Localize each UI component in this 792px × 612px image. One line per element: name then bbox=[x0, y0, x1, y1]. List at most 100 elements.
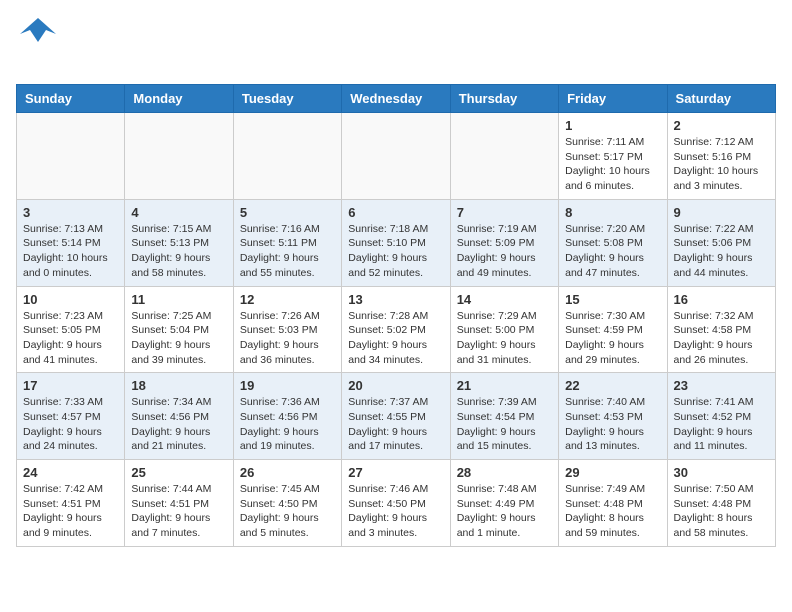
day-number: 17 bbox=[23, 378, 118, 393]
day-info: Sunrise: 7:46 AM Sunset: 4:50 PM Dayligh… bbox=[348, 482, 443, 541]
day-number: 4 bbox=[131, 205, 226, 220]
day-number: 13 bbox=[348, 292, 443, 307]
calendar-day: 19 Sunrise: 7:36 AM Sunset: 4:56 PM Dayli… bbox=[233, 373, 341, 460]
calendar-day: 1 Sunrise: 7:11 AM Sunset: 5:17 PM Daylig… bbox=[559, 113, 667, 200]
day-info: Sunrise: 7:19 AM Sunset: 5:09 PM Dayligh… bbox=[457, 222, 552, 281]
page-header bbox=[16, 16, 776, 74]
calendar-day: 6 Sunrise: 7:18 AM Sunset: 5:10 PM Daylig… bbox=[342, 199, 450, 286]
calendar-day: 17 Sunrise: 7:33 AM Sunset: 4:57 PM Dayli… bbox=[17, 373, 125, 460]
calendar-day: 25 Sunrise: 7:44 AM Sunset: 4:51 PM Dayli… bbox=[125, 460, 233, 547]
calendar-week-2: 3 Sunrise: 7:13 AM Sunset: 5:14 PM Daylig… bbox=[17, 199, 776, 286]
day-number: 2 bbox=[674, 118, 769, 133]
calendar-day: 7 Sunrise: 7:19 AM Sunset: 5:09 PM Daylig… bbox=[450, 199, 558, 286]
day-number: 28 bbox=[457, 465, 552, 480]
day-info: Sunrise: 7:50 AM Sunset: 4:48 PM Dayligh… bbox=[674, 482, 769, 541]
day-info: Sunrise: 7:15 AM Sunset: 5:13 PM Dayligh… bbox=[131, 222, 226, 281]
day-info: Sunrise: 7:34 AM Sunset: 4:56 PM Dayligh… bbox=[131, 395, 226, 454]
col-header-friday: Friday bbox=[559, 85, 667, 113]
day-number: 10 bbox=[23, 292, 118, 307]
calendar-day: 9 Sunrise: 7:22 AM Sunset: 5:06 PM Daylig… bbox=[667, 199, 775, 286]
day-number: 27 bbox=[348, 465, 443, 480]
day-number: 5 bbox=[240, 205, 335, 220]
calendar-table: SundayMondayTuesdayWednesdayThursdayFrid… bbox=[16, 84, 776, 547]
calendar-day: 4 Sunrise: 7:15 AM Sunset: 5:13 PM Daylig… bbox=[125, 199, 233, 286]
calendar-day: 29Sunrise: 7:49 AM Sunset: 4:48 PM Dayli… bbox=[559, 460, 667, 547]
calendar-day: 23 Sunrise: 7:41 AM Sunset: 4:52 PM Dayli… bbox=[667, 373, 775, 460]
day-info: Sunrise: 7:28 AM Sunset: 5:02 PM Dayligh… bbox=[348, 309, 443, 368]
calendar-day: 18Sunrise: 7:34 AM Sunset: 4:56 PM Dayli… bbox=[125, 373, 233, 460]
day-number: 25 bbox=[131, 465, 226, 480]
calendar-day: 15 Sunrise: 7:30 AM Sunset: 4:59 PM Dayli… bbox=[559, 286, 667, 373]
calendar-day bbox=[342, 113, 450, 200]
day-info: Sunrise: 7:44 AM Sunset: 4:51 PM Dayligh… bbox=[131, 482, 226, 541]
calendar-day: 27 Sunrise: 7:46 AM Sunset: 4:50 PM Dayli… bbox=[342, 460, 450, 547]
day-info: Sunrise: 7:49 AM Sunset: 4:48 PM Dayligh… bbox=[565, 482, 660, 541]
day-info: Sunrise: 7:37 AM Sunset: 4:55 PM Dayligh… bbox=[348, 395, 443, 454]
calendar-day: 2Sunrise: 7:12 AM Sunset: 5:16 PM Daylig… bbox=[667, 113, 775, 200]
day-info: Sunrise: 7:39 AM Sunset: 4:54 PM Dayligh… bbox=[457, 395, 552, 454]
day-number: 19 bbox=[240, 378, 335, 393]
day-info: Sunrise: 7:13 AM Sunset: 5:14 PM Dayligh… bbox=[23, 222, 118, 281]
calendar-week-3: 10 Sunrise: 7:23 AM Sunset: 5:05 PM Dayli… bbox=[17, 286, 776, 373]
day-info: Sunrise: 7:22 AM Sunset: 5:06 PM Dayligh… bbox=[674, 222, 769, 281]
day-info: Sunrise: 7:40 AM Sunset: 4:53 PM Dayligh… bbox=[565, 395, 660, 454]
day-number: 9 bbox=[674, 205, 769, 220]
day-info: Sunrise: 7:36 AM Sunset: 4:56 PM Dayligh… bbox=[240, 395, 335, 454]
day-number: 26 bbox=[240, 465, 335, 480]
calendar-day: 11 Sunrise: 7:25 AM Sunset: 5:04 PM Dayli… bbox=[125, 286, 233, 373]
day-number: 1 bbox=[565, 118, 660, 133]
calendar-day: 16 Sunrise: 7:32 AM Sunset: 4:58 PM Dayli… bbox=[667, 286, 775, 373]
day-number: 12 bbox=[240, 292, 335, 307]
col-header-saturday: Saturday bbox=[667, 85, 775, 113]
day-number: 22 bbox=[565, 378, 660, 393]
calendar-day: 14 Sunrise: 7:29 AM Sunset: 5:00 PM Dayli… bbox=[450, 286, 558, 373]
calendar-week-1: 1 Sunrise: 7:11 AM Sunset: 5:17 PM Daylig… bbox=[17, 113, 776, 200]
day-number: 11 bbox=[131, 292, 226, 307]
logo-bird-icon bbox=[20, 16, 56, 46]
day-number: 16 bbox=[674, 292, 769, 307]
day-number: 14 bbox=[457, 292, 552, 307]
day-number: 6 bbox=[348, 205, 443, 220]
calendar-day: 30 Sunrise: 7:50 AM Sunset: 4:48 PM Dayli… bbox=[667, 460, 775, 547]
day-info: Sunrise: 7:41 AM Sunset: 4:52 PM Dayligh… bbox=[674, 395, 769, 454]
day-info: Sunrise: 7:23 AM Sunset: 5:05 PM Dayligh… bbox=[23, 309, 118, 368]
col-header-thursday: Thursday bbox=[450, 85, 558, 113]
day-number: 3 bbox=[23, 205, 118, 220]
calendar-day bbox=[17, 113, 125, 200]
calendar-day: 13 Sunrise: 7:28 AM Sunset: 5:02 PM Dayli… bbox=[342, 286, 450, 373]
day-number: 15 bbox=[565, 292, 660, 307]
day-info: Sunrise: 7:20 AM Sunset: 5:08 PM Dayligh… bbox=[565, 222, 660, 281]
day-info: Sunrise: 7:11 AM Sunset: 5:17 PM Dayligh… bbox=[565, 135, 660, 194]
day-info: Sunrise: 7:18 AM Sunset: 5:10 PM Dayligh… bbox=[348, 222, 443, 281]
calendar-header-row: SundayMondayTuesdayWednesdayThursdayFrid… bbox=[17, 85, 776, 113]
calendar-day: 20Sunrise: 7:37 AM Sunset: 4:55 PM Dayli… bbox=[342, 373, 450, 460]
calendar-day bbox=[125, 113, 233, 200]
calendar-day: 10 Sunrise: 7:23 AM Sunset: 5:05 PM Dayli… bbox=[17, 286, 125, 373]
calendar-day: 5 Sunrise: 7:16 AM Sunset: 5:11 PM Daylig… bbox=[233, 199, 341, 286]
day-info: Sunrise: 7:45 AM Sunset: 4:50 PM Dayligh… bbox=[240, 482, 335, 541]
day-info: Sunrise: 7:25 AM Sunset: 5:04 PM Dayligh… bbox=[131, 309, 226, 368]
calendar-day: 21 Sunrise: 7:39 AM Sunset: 4:54 PM Dayli… bbox=[450, 373, 558, 460]
day-info: Sunrise: 7:32 AM Sunset: 4:58 PM Dayligh… bbox=[674, 309, 769, 368]
calendar-week-5: 24Sunrise: 7:42 AM Sunset: 4:51 PM Dayli… bbox=[17, 460, 776, 547]
calendar-day: 8 Sunrise: 7:20 AM Sunset: 5:08 PM Daylig… bbox=[559, 199, 667, 286]
col-header-monday: Monday bbox=[125, 85, 233, 113]
calendar-day: 26 Sunrise: 7:45 AM Sunset: 4:50 PM Dayli… bbox=[233, 460, 341, 547]
calendar-day bbox=[233, 113, 341, 200]
calendar-day: 24Sunrise: 7:42 AM Sunset: 4:51 PM Dayli… bbox=[17, 460, 125, 547]
day-number: 21 bbox=[457, 378, 552, 393]
day-number: 8 bbox=[565, 205, 660, 220]
day-info: Sunrise: 7:29 AM Sunset: 5:00 PM Dayligh… bbox=[457, 309, 552, 368]
day-number: 30 bbox=[674, 465, 769, 480]
col-header-wednesday: Wednesday bbox=[342, 85, 450, 113]
day-info: Sunrise: 7:26 AM Sunset: 5:03 PM Dayligh… bbox=[240, 309, 335, 368]
day-info: Sunrise: 7:30 AM Sunset: 4:59 PM Dayligh… bbox=[565, 309, 660, 368]
calendar-day: 28Sunrise: 7:48 AM Sunset: 4:49 PM Dayli… bbox=[450, 460, 558, 547]
logo bbox=[16, 16, 56, 74]
calendar-day bbox=[450, 113, 558, 200]
day-number: 23 bbox=[674, 378, 769, 393]
day-number: 7 bbox=[457, 205, 552, 220]
day-info: Sunrise: 7:33 AM Sunset: 4:57 PM Dayligh… bbox=[23, 395, 118, 454]
day-info: Sunrise: 7:16 AM Sunset: 5:11 PM Dayligh… bbox=[240, 222, 335, 281]
calendar-week-4: 17 Sunrise: 7:33 AM Sunset: 4:57 PM Dayli… bbox=[17, 373, 776, 460]
